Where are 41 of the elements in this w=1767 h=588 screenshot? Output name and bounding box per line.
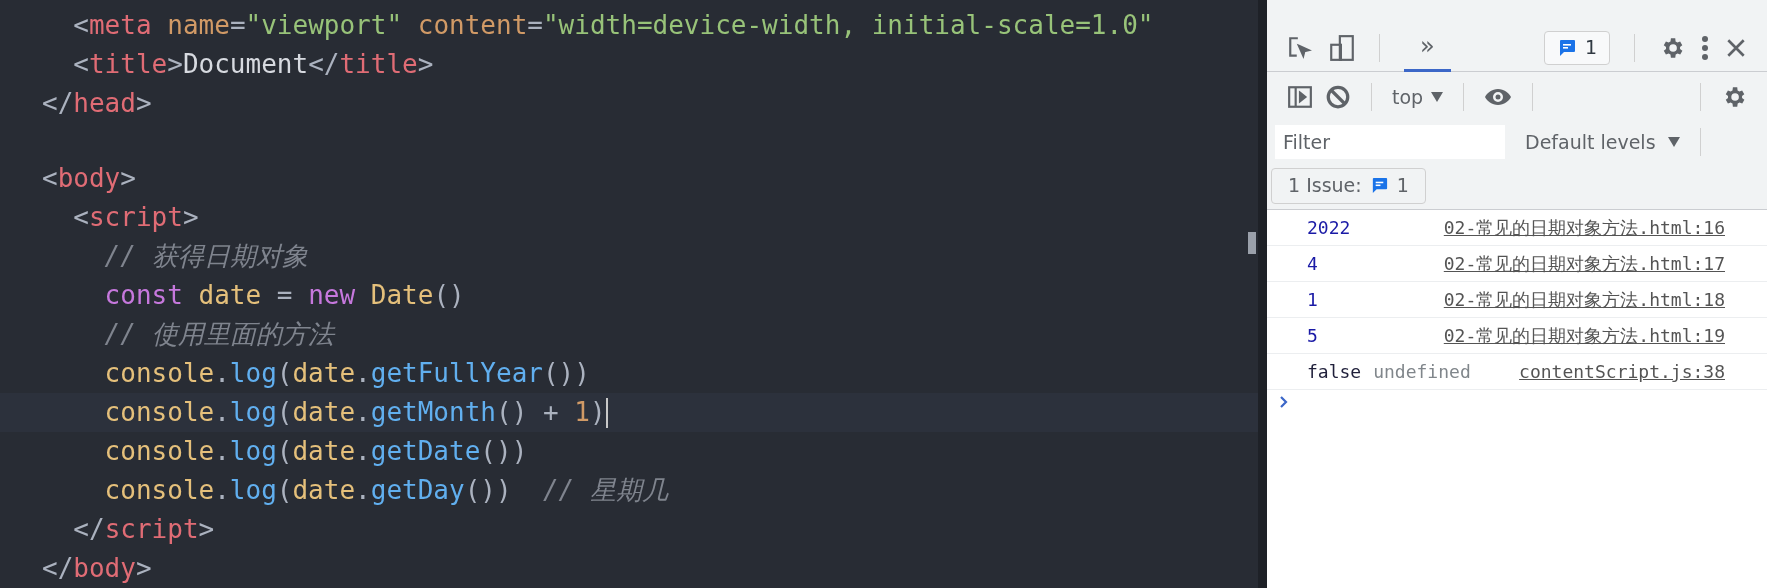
text-cursor bbox=[605, 397, 608, 428]
code-line: const date = new Date() bbox=[103, 279, 465, 312]
levels-dropdown[interactable]: Default levels bbox=[1517, 127, 1688, 157]
source-link[interactable]: 02-常见的日期对象方法.html:18 bbox=[1443, 286, 1725, 313]
console-value: 2022 bbox=[1307, 216, 1351, 240]
source-link[interactable]: contentScript.js:38 bbox=[1519, 358, 1725, 385]
code-line: console.log(date.getDate()) bbox=[103, 435, 528, 468]
console-value: 5 bbox=[1307, 324, 1318, 348]
filter-field[interactable]: Filter bbox=[1275, 125, 1505, 159]
dropdown-caret-icon bbox=[1667, 137, 1680, 147]
context-dropdown[interactable]: top bbox=[1392, 82, 1444, 112]
console-value: 1 bbox=[1307, 288, 1318, 312]
scrollbar-thumb[interactable] bbox=[1248, 232, 1256, 254]
code-line: console.log(date.getMonth() + 1) bbox=[103, 396, 606, 429]
issues-button[interactable]: 1 bbox=[1543, 30, 1610, 65]
source-link[interactable]: 02-常见的日期对象方法.html:17 bbox=[1443, 250, 1725, 277]
eye-icon[interactable] bbox=[1484, 87, 1513, 107]
code-line: <script> bbox=[72, 201, 199, 234]
code-line: </script> bbox=[72, 513, 215, 546]
sidebar-toggle-icon[interactable] bbox=[1287, 84, 1313, 110]
inspect-icon[interactable] bbox=[1287, 34, 1313, 61]
console-value: undefined bbox=[1373, 360, 1471, 384]
device-toolbar-icon[interactable] bbox=[1329, 33, 1355, 62]
issues-counter-button[interactable]: 1 Issue: 1 bbox=[1271, 167, 1426, 204]
console-value: false bbox=[1307, 360, 1362, 384]
more-options-icon[interactable] bbox=[1701, 34, 1709, 61]
code-line: <meta name="viewport" content="width=device-width, initial-scale=1.0" bbox=[72, 9, 1154, 42]
source-link[interactable]: 02-常见的日期对象方法.html:16 bbox=[1443, 214, 1725, 241]
code-line: // 使用里面的方法 bbox=[103, 318, 334, 351]
console-value: 4 bbox=[1307, 252, 1318, 276]
code-line: <body> bbox=[42, 162, 136, 195]
prompt-chevron-icon bbox=[1279, 395, 1289, 409]
clear-console-icon[interactable] bbox=[1325, 84, 1351, 110]
code-line: console.log(date.getDay()) // 星期几 bbox=[103, 474, 668, 507]
source-link[interactable]: 02-常见的日期对象方法.html:19 bbox=[1443, 322, 1725, 349]
code-line: // 获得日期对象 bbox=[103, 240, 308, 273]
code-line: </body> bbox=[42, 552, 152, 585]
code-line: console.log(date.getFullYear()) bbox=[103, 357, 590, 390]
code-line: </head> bbox=[42, 87, 152, 120]
code-line: <title>Document</title> bbox=[72, 48, 434, 81]
dropdown-caret-icon bbox=[1431, 92, 1444, 102]
